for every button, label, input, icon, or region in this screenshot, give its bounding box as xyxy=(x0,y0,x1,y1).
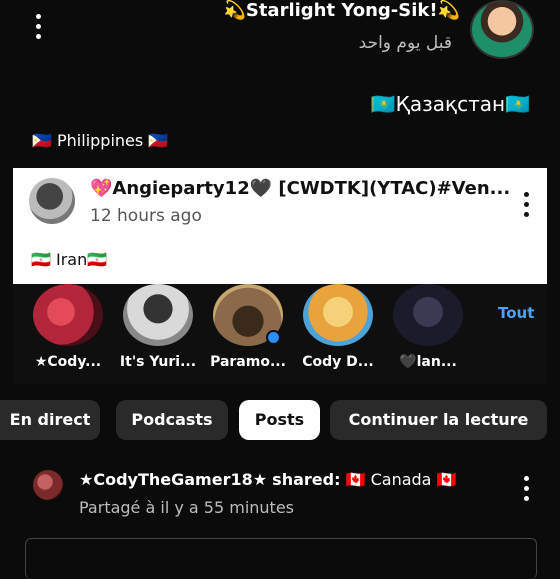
post-author[interactable]: 💖Angieparty12🖤 [CWDTK](YTAC)#Ven... xyxy=(90,178,510,199)
shared-label: shared: xyxy=(272,470,341,489)
see-all-link[interactable]: Tout xyxy=(498,304,534,322)
story-item[interactable]: ★Cody... xyxy=(28,284,108,370)
shared-post-header: ★CodyTheGamer18★ shared: 🇨🇦 Canada 🇨🇦 xyxy=(79,470,456,489)
shared-target[interactable]: 🇨🇦 Canada 🇨🇦 xyxy=(346,470,457,489)
shared-post: ★CodyTheGamer18★ shared: 🇨🇦 Canada 🇨🇦 Pa… xyxy=(0,456,560,579)
story-name: ★Cody... xyxy=(34,354,102,370)
tab-bar: En direct Podcasts Posts Continuer la le… xyxy=(0,400,547,440)
post-text-line: 🇵🇭 Philippines 🇵🇭 xyxy=(32,131,169,150)
story-name: Cody D... xyxy=(302,354,374,370)
live-indicator-icon xyxy=(266,330,281,345)
post-timestamp: قبل يوم واحد xyxy=(358,33,452,53)
more-options-icon[interactable] xyxy=(518,476,534,501)
story-item[interactable]: Cody D... xyxy=(298,284,378,370)
story-item[interactable]: It's Yuri... xyxy=(118,284,198,370)
post-text: 🇮🇷 Iran🇮🇷 xyxy=(31,250,108,269)
tab-continue-reading[interactable]: Continuer la lecture xyxy=(330,400,547,440)
story-item[interactable]: 🖤lan... xyxy=(388,284,468,370)
shared-content-preview[interactable] xyxy=(25,538,537,579)
story-item[interactable]: Paramo... xyxy=(208,284,288,370)
story-avatar xyxy=(303,284,373,346)
post-author[interactable]: 💫Starlight Yong-Sik!💫 xyxy=(205,0,460,21)
post-author[interactable]: ★CodyTheGamer18★ xyxy=(79,470,267,489)
post-timestamp: 12 hours ago xyxy=(90,206,202,226)
avatar[interactable] xyxy=(470,0,534,59)
tab-podcasts[interactable]: Podcasts xyxy=(116,400,228,440)
story-avatar xyxy=(393,284,463,346)
more-options-icon[interactable] xyxy=(30,14,46,39)
tab-posts[interactable]: Posts xyxy=(239,400,320,440)
avatar[interactable] xyxy=(29,178,75,224)
more-options-icon[interactable] xyxy=(518,192,534,217)
story-name: Paramo... xyxy=(210,354,286,370)
story-avatar xyxy=(33,284,103,346)
story-avatar xyxy=(123,284,193,346)
story-name: It's Yuri... xyxy=(119,354,197,370)
post-top: 💫Starlight Yong-Sik!💫 قبل يوم واحد 🇰🇿Қаз… xyxy=(0,0,560,168)
tab-live[interactable]: En direct xyxy=(0,400,100,440)
post-timestamp: Partagé à il y a 55 minutes xyxy=(79,498,294,517)
post-card: 💖Angieparty12🖤 [CWDTK](YTAC)#Ven... 12 h… xyxy=(13,168,547,284)
post-text-line: 🇰🇿Қазақстан🇰🇿 xyxy=(370,92,530,116)
story-name: 🖤lan... xyxy=(399,354,457,370)
avatar[interactable] xyxy=(33,470,63,500)
